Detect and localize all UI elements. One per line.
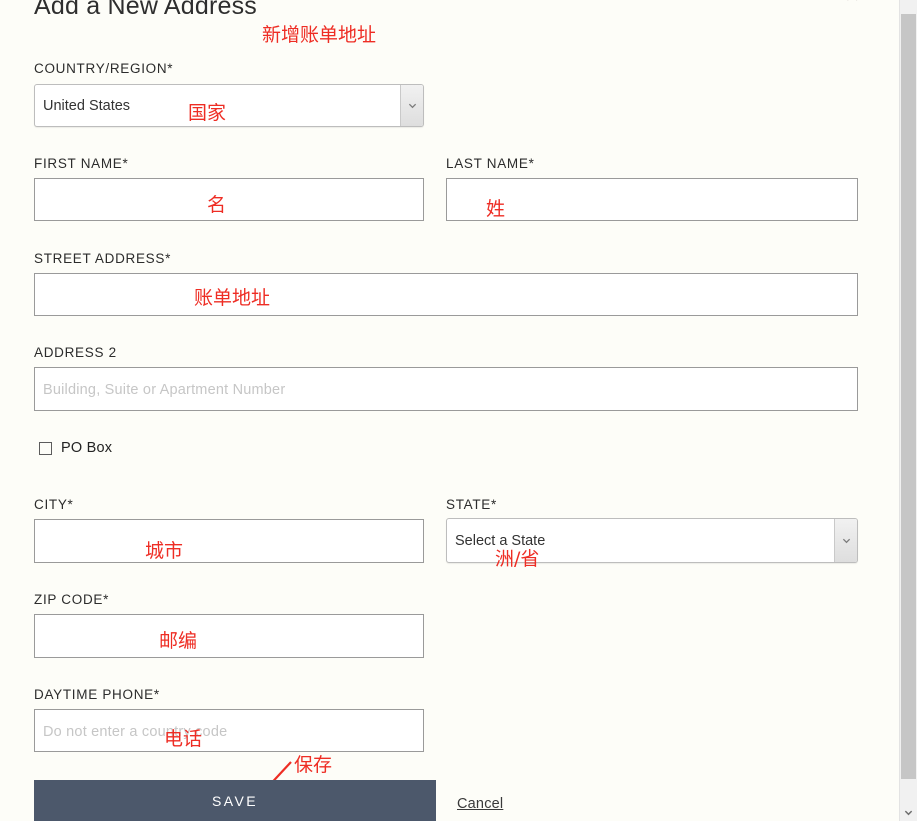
first-name-input[interactable] bbox=[34, 178, 424, 221]
daytime-phone-input[interactable] bbox=[34, 709, 424, 752]
label-first-name: FIRST NAME* bbox=[34, 156, 129, 171]
country-region-select[interactable]: United States bbox=[34, 84, 424, 127]
address-2-input[interactable] bbox=[34, 367, 858, 411]
save-button[interactable]: SAVE bbox=[34, 780, 436, 821]
scrollbar-thumb[interactable] bbox=[901, 14, 916, 779]
label-address-2: ADDRESS 2 bbox=[34, 345, 117, 360]
chevron-down-icon[interactable] bbox=[400, 85, 423, 126]
label-city: CITY* bbox=[34, 497, 74, 512]
page-title: Add a New Address bbox=[34, 0, 257, 20]
label-last-name: LAST NAME* bbox=[446, 156, 535, 171]
form-content-area: · · Add a New Address 新增账单地址 COUNTRY/REG… bbox=[0, 0, 885, 821]
chevron-down-icon bbox=[904, 810, 913, 816]
state-value: Select a State bbox=[455, 532, 546, 549]
last-name-input[interactable] bbox=[446, 178, 858, 221]
scrollbar-track[interactable] bbox=[900, 0, 917, 804]
label-zip-code: ZIP CODE* bbox=[34, 592, 110, 607]
city-input[interactable] bbox=[34, 519, 424, 563]
country-region-value: United States bbox=[43, 97, 131, 114]
po-box-checkbox[interactable] bbox=[39, 441, 52, 455]
label-state: STATE* bbox=[446, 497, 497, 512]
clipped-top-artifact: · · bbox=[846, 0, 885, 4]
po-box-checkbox-row[interactable]: PO Box bbox=[39, 440, 112, 456]
label-country-region: COUNTRY/REGION* bbox=[34, 61, 174, 76]
address-form-page: · · Add a New Address 新增账单地址 COUNTRY/REG… bbox=[0, 0, 917, 821]
zip-code-input[interactable] bbox=[34, 614, 424, 658]
street-address-input[interactable] bbox=[34, 273, 858, 316]
po-box-label: PO Box bbox=[61, 440, 113, 456]
state-select[interactable]: Select a State bbox=[446, 518, 858, 563]
label-daytime-phone: DAYTIME PHONE* bbox=[34, 687, 160, 702]
annotation-save: 保存 bbox=[294, 754, 333, 776]
chevron-down-icon[interactable] bbox=[834, 519, 857, 562]
cancel-link[interactable]: Cancel bbox=[457, 796, 503, 812]
save-button-label: SAVE bbox=[212, 792, 258, 809]
vertical-scrollbar[interactable] bbox=[899, 0, 917, 821]
label-street-address: STREET ADDRESS* bbox=[34, 251, 172, 266]
scrollbar-down-arrow-button[interactable] bbox=[900, 804, 917, 821]
annotation-title: 新增账单地址 bbox=[262, 24, 377, 46]
